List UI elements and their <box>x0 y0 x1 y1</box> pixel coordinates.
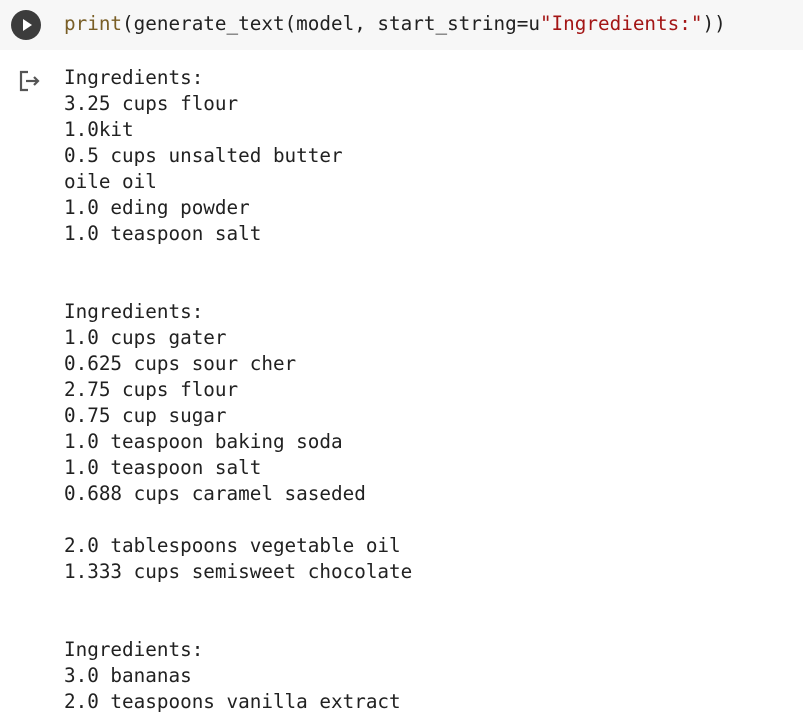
output-line: 0.5 cups unsalted butter <box>64 144 343 167</box>
output-line: 1.0 cups gater <box>64 326 227 349</box>
output-line: Ingredients: <box>64 638 204 661</box>
output-line: 1.0 teaspoon salt <box>64 456 262 479</box>
code-cell[interactable]: print(generate_text(model, start_string=… <box>0 0 803 50</box>
output-redirect-icon[interactable] <box>18 69 42 93</box>
code-closing: )) <box>702 12 726 35</box>
output-line: oile oil <box>64 170 157 193</box>
output-line: 0.688 cups caramel saseded <box>64 482 366 505</box>
output-line: 0.75 cup sugar <box>64 404 227 427</box>
output-line: 1.0 teaspoon baking soda <box>64 430 343 453</box>
output-line: 1.333 cups semisweet chocolate <box>64 560 413 583</box>
output-text: Ingredients: 3.25 cups flour 1.0kit 0.5 cup… <box>64 65 412 715</box>
output-line: 2.0 teaspoons vanilla extract <box>64 690 401 713</box>
output-line: Ingredients: <box>64 300 204 323</box>
output-line: 1.0 eding powder <box>64 196 250 219</box>
output-line: 2.0 tablespoons vegetable oil <box>64 534 401 557</box>
output-line: 1.0kit <box>64 118 134 141</box>
output-line: Ingredients: <box>64 66 204 89</box>
code-arguments: (generate_text(model, start_string=u <box>122 12 540 35</box>
code-function-name: print <box>64 12 123 35</box>
run-cell-button[interactable] <box>11 10 41 40</box>
output-line: 2.75 cups flour <box>64 378 239 401</box>
play-icon <box>23 19 32 31</box>
output-line: 1.0 teaspoon salt <box>64 222 262 245</box>
cell-output: Ingredients: 3.25 cups flour 1.0kit 0.5 cup… <box>0 50 803 719</box>
output-line: 3.25 cups flour <box>64 92 239 115</box>
output-line: 0.625 cups sour cher <box>64 352 297 375</box>
output-line: 3.0 bananas <box>64 664 192 687</box>
code-string-literal: "Ingredients:" <box>539 12 703 35</box>
code-editor-line[interactable]: print(generate_text(model, start_string=… <box>64 12 726 36</box>
